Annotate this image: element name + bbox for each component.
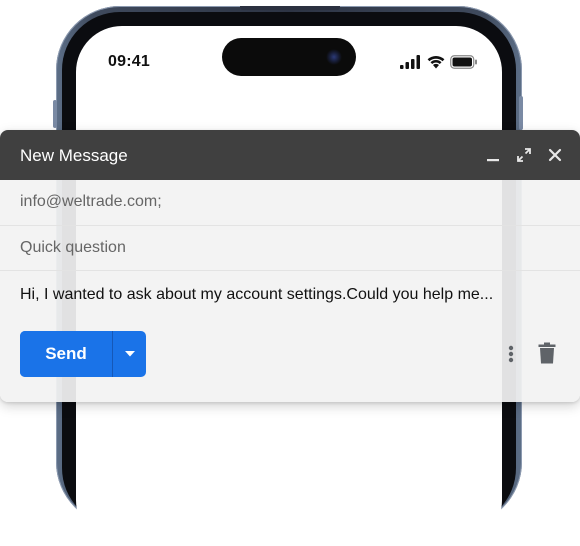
compose-window: New Message info@weltrade.com; Quick que… [0, 130, 580, 402]
status-icons [400, 54, 480, 70]
to-field[interactable]: info@weltrade.com; [20, 192, 162, 212]
close-button[interactable] [545, 145, 565, 165]
status-time: 09:41 [108, 53, 150, 70]
subject-field[interactable]: Quick question [20, 238, 126, 258]
send-button-group: Send [20, 331, 146, 377]
to-divider [0, 225, 580, 226]
phone-top-slot [240, 6, 340, 10]
message-body[interactable]: Hi, I wanted to ask about my account set… [20, 284, 493, 306]
trash-icon [538, 342, 556, 364]
phone-power-button [519, 96, 523, 130]
minimize-icon [487, 159, 499, 162]
expand-button[interactable] [514, 145, 534, 165]
wifi-icon [427, 56, 445, 69]
cellular-signal-icon [400, 55, 420, 69]
compose-title: New Message [20, 146, 128, 165]
camera-icon [326, 49, 342, 65]
caret-down-icon [124, 351, 135, 357]
dynamic-island [222, 38, 356, 76]
minimize-button[interactable] [483, 145, 503, 165]
phone-side-button [53, 100, 57, 128]
more-vert-icon [508, 345, 514, 363]
expand-icon [517, 148, 531, 162]
discard-button[interactable] [536, 341, 558, 365]
more-options-button[interactable] [502, 342, 520, 366]
close-icon [548, 148, 562, 162]
send-button[interactable]: Send [20, 331, 112, 377]
subject-divider [0, 270, 580, 271]
compose-header: New Message [0, 130, 580, 180]
send-options-button[interactable] [113, 331, 146, 377]
battery-icon [450, 55, 477, 69]
